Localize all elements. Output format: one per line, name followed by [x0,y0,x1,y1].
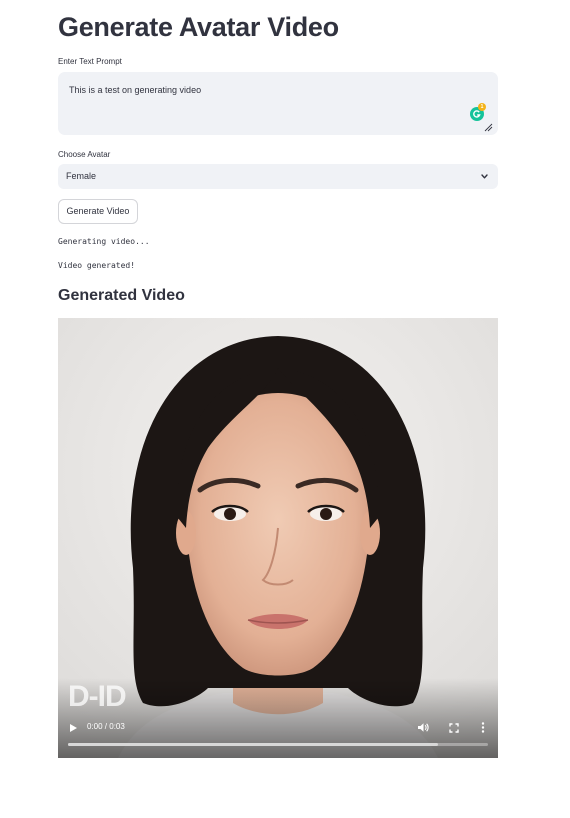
time-display: 0:00 / 0:03 [87,722,125,731]
status-generated: Video generated! [58,261,136,270]
chevron-down-icon [481,174,488,179]
prompt-textarea[interactable]: This is a test on generating video 1 [58,72,498,135]
fullscreen-icon[interactable] [449,723,459,733]
video-progress-fill [68,743,438,746]
play-icon[interactable] [69,723,78,733]
resize-handle-icon[interactable] [484,123,493,132]
page-title: Generate Avatar Video [58,12,339,42]
grammarly-badge: 1 [478,103,486,111]
avatar-select[interactable]: Female [58,164,498,189]
video-progress-bar[interactable] [68,743,488,746]
status-generating: Generating video... [58,237,150,246]
prompt-value: This is a test on generating video [69,85,202,95]
avatar-selected-value: Female [66,171,97,181]
video-player[interactable]: D-ID 0:00 / 0:03 [58,318,498,758]
volume-icon[interactable] [417,722,429,733]
more-options-icon[interactable] [481,722,485,733]
video-heading: Generated Video [58,287,185,304]
prompt-label: Enter Text Prompt [58,57,122,66]
avatar-label: Choose Avatar [58,150,111,159]
watermark-logo: D-ID [68,680,127,713]
generate-video-button[interactable]: Generate Video [58,199,138,224]
